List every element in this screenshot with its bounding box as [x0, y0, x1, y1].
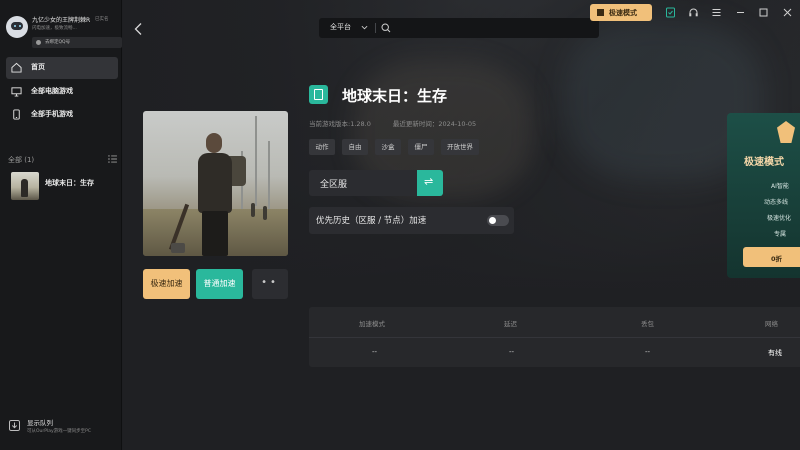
search-icon[interactable]	[381, 23, 391, 33]
window-controls: 极速模式	[590, 4, 800, 22]
stats-header: 网络	[765, 320, 778, 328]
promo-button-label: 0折	[771, 255, 783, 263]
maximize-icon[interactable]	[758, 7, 769, 18]
sidebar-item-label: 全部电脑游戏	[31, 87, 73, 95]
platform-select[interactable]: 全平台	[330, 22, 351, 32]
stats-value: --	[645, 348, 651, 356]
server-label: 全区服	[320, 180, 348, 190]
speed-mode-label: 极速模式	[609, 9, 637, 17]
game-updated: 最近更新时间：2024-10-05	[392, 120, 477, 128]
game-meta: 当前游戏版本:1.28.0 最近更新时间：2024-10-05	[309, 118, 476, 128]
speed-mode-promo[interactable]: 极速模式 AI智能 动态多线 极速优化 专属 0折	[727, 113, 800, 278]
sidebar: 九亿少女的王牌荆棘R 已实名 闪电加速，极致流畅... 去绑定QQ号 首页 全部…	[0, 0, 122, 450]
queue-title: 显示队列	[27, 419, 53, 427]
priority-label: 优先历史（区服 / 节点）加速	[316, 216, 427, 226]
game-platform-icon	[309, 85, 328, 104]
avatar[interactable]	[6, 16, 28, 38]
game-cover-image	[143, 111, 288, 256]
shield-logo-icon	[777, 121, 795, 143]
normal-accelerate-button[interactable]: 普通加速	[196, 269, 243, 299]
priority-toggle[interactable]	[487, 215, 509, 226]
stats-table: 加速模式 延迟 丢包 网络 -- -- -- 有线	[309, 307, 800, 367]
promo-line: 动态多线	[764, 199, 789, 206]
swap-icon: ⇌	[424, 175, 434, 188]
sidebar-item-home[interactable]: 首页	[6, 57, 118, 79]
avatar-eye-icon	[14, 25, 16, 27]
username: 九亿少女的王牌荆棘R	[32, 17, 91, 24]
toggle-knob	[489, 217, 496, 224]
promo-button[interactable]: 0折	[743, 247, 800, 267]
verified-tag: 已实名	[95, 17, 109, 22]
user-profile[interactable]: 九亿少女的王牌荆棘R 已实名 闪电加速，极致流畅... 去绑定QQ号	[6, 14, 122, 50]
back-icon[interactable]	[133, 22, 145, 36]
sidebar-game-item[interactable]: 地球末日：生存	[8, 172, 118, 202]
games-section-label: 全部 (1)	[8, 156, 35, 164]
stats-header: 延迟	[504, 320, 517, 328]
sidebar-item-label: 首页	[31, 63, 45, 71]
sidebar-item-mobile-games[interactable]: 全部手机游戏	[6, 104, 118, 126]
sidebar-item-pc-games[interactable]: 全部电脑游戏	[6, 81, 118, 103]
stats-header: 丢包	[641, 320, 654, 328]
app-window: 九亿少女的王牌荆棘R 已实名 闪电加速，极致流畅... 去绑定QQ号 首页 全部…	[0, 0, 800, 450]
tag-chip[interactable]: 自由	[342, 139, 368, 155]
search-bar[interactable]: 全平台	[319, 18, 599, 38]
sidebar-item-label: 全部手机游戏	[31, 110, 73, 118]
headset-icon[interactable]	[688, 7, 699, 18]
queue-subtitle: 可从OurPlay游戏一键同步至PC	[27, 429, 91, 434]
qq-icon	[36, 40, 41, 45]
stats-value: 有线	[768, 349, 782, 357]
promo-title: 极速模式	[744, 157, 784, 168]
tag-chip[interactable]: 开放世界	[441, 139, 479, 155]
rocket-icon	[597, 9, 604, 16]
home-icon	[11, 62, 22, 73]
user-description: 闪电加速，极致流畅...	[32, 26, 77, 31]
menu-icon[interactable]	[711, 7, 722, 18]
bind-qq-label: 去绑定QQ号	[45, 40, 71, 45]
game-version: 当前游戏版本:1.28.0	[309, 120, 371, 128]
promo-line: 极速优化	[767, 215, 792, 222]
promo-line: 专属	[774, 231, 787, 238]
fast-accelerate-button[interactable]: 极速加速	[143, 269, 190, 299]
game-thumbnail	[11, 172, 39, 200]
sidebar-game-name: 地球末日：生存	[45, 179, 94, 187]
bind-qq-button[interactable]: 去绑定QQ号	[32, 37, 122, 48]
download-icon	[9, 420, 20, 431]
page-title: 地球末日：生存	[342, 87, 448, 105]
phone-icon	[13, 109, 20, 120]
more-options-button[interactable]: ••	[252, 269, 288, 299]
close-icon[interactable]	[782, 7, 793, 18]
tag-chip[interactable]: 动作	[309, 139, 335, 155]
main-content: 全平台 极速模式 极速加速 普通加速 •• 地球末日：生存 当前游戏版本:1.2…	[123, 0, 800, 450]
tag-chip[interactable]: 僵尸	[408, 139, 434, 155]
priority-history-row: 优先历史（区服 / 节点）加速	[309, 207, 514, 234]
stats-value: --	[372, 348, 378, 356]
avatar-face-icon	[11, 22, 23, 30]
display-queue[interactable]: 显示队列 可从OurPlay游戏一键同步至PC	[6, 416, 118, 440]
stats-value: --	[509, 348, 515, 356]
stats-header: 加速模式	[359, 320, 385, 328]
monitor-icon	[11, 87, 22, 97]
speed-mode-button[interactable]: 极速模式	[590, 4, 652, 21]
task-check-icon[interactable]	[665, 7, 676, 18]
list-view-icon[interactable]	[108, 155, 117, 163]
avatar-eye-icon	[19, 25, 21, 27]
minimize-icon[interactable]	[735, 7, 746, 18]
tag-chip[interactable]: 沙盒	[375, 139, 401, 155]
chevron-down-icon[interactable]	[361, 24, 368, 31]
switch-server-button[interactable]: ⇌	[417, 170, 443, 196]
promo-line: AI智能	[771, 183, 789, 190]
server-select[interactable]: 全区服 ⇌	[309, 170, 443, 196]
